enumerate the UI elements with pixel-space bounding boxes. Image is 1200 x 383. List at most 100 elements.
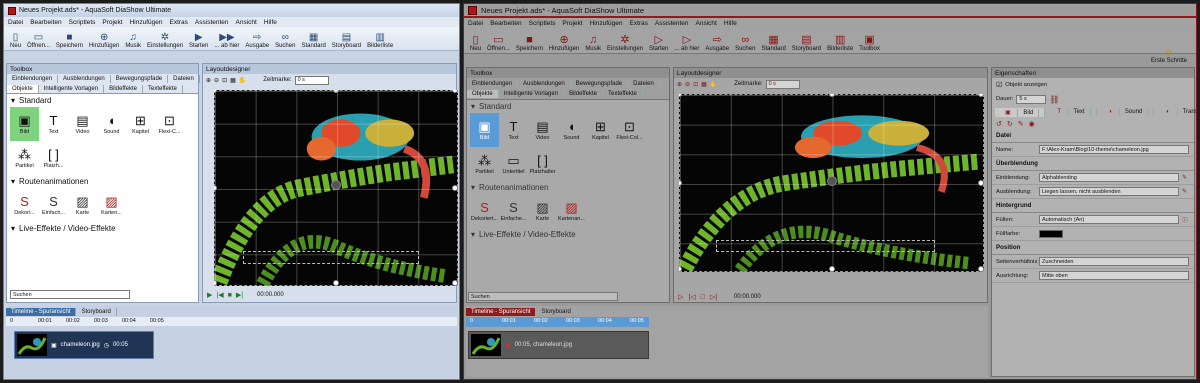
- ribbon-settings-gear-button[interactable]: ✲ Einstellungen: [144, 32, 186, 49]
- toolbox-item-sound[interactable]: ◖ Sound: [557, 113, 586, 147]
- section-routes[interactable]: ▾ Routenanimationen: [7, 175, 198, 188]
- fuellen-select[interactable]: Automatisch (An): [1039, 215, 1179, 224]
- ribbon-standard-layout-button[interactable]: ▦ Standard: [758, 35, 788, 53]
- rotation-handle[interactable]: [826, 175, 837, 186]
- tab-dateien[interactable]: Dateien: [168, 75, 200, 83]
- text-placeholder-box[interactable]: [715, 239, 936, 253]
- rotate-left-icon[interactable]: ↺: [996, 120, 1002, 128]
- preview-stage[interactable]: [679, 94, 984, 272]
- tab-text[interactable]: T Text: [1047, 108, 1097, 116]
- toolbox-item-particle[interactable]: ⁂ Partikel: [10, 141, 39, 175]
- resize-handle[interactable]: [452, 185, 458, 191]
- timeline-ruler[interactable]: 0 00:01 00:02 00:03 00:04 00:05: [6, 317, 457, 326]
- menu-assistenten[interactable]: Assistenten: [655, 20, 689, 27]
- toolbox-item-chapter[interactable]: ⊞ Kapitel: [586, 113, 615, 147]
- toolbox-item-route-simple[interactable]: S Einfache...: [499, 194, 528, 228]
- tab-intelligente-vorlagen[interactable]: Intelligente Vorlagen: [39, 84, 105, 93]
- toolbox-item-placeholder[interactable]: [ ] Platzhalter: [528, 147, 557, 181]
- menu-scriptlets[interactable]: Scriptlets: [69, 19, 96, 26]
- menu-hilfe[interactable]: Hilfe: [264, 19, 277, 26]
- ribbon-storyboard-button[interactable]: ▤ Storyboard: [329, 32, 364, 49]
- section-standard[interactable]: ▾ Standard: [467, 100, 669, 113]
- checkbox-checked-icon[interactable]: ☑: [996, 81, 1002, 89]
- menu-extras[interactable]: Extras: [630, 20, 648, 27]
- ribbon-music-button[interactable]: ♫ Musik: [122, 32, 144, 49]
- menu-hinzufuegen[interactable]: Hinzufügen: [590, 20, 623, 27]
- tab-einblendungen[interactable]: Einblendungen: [7, 75, 59, 83]
- seitenverhaeltnis-select[interactable]: Zuschneiden: [1039, 257, 1189, 266]
- toolbox-item-route-simple[interactable]: S Einfach...: [39, 188, 68, 222]
- zoom-in-icon[interactable]: ⊕: [206, 77, 211, 84]
- timeline-ruler[interactable]: 0 00:01 00:02 00:03 00:04 00:05: [466, 317, 649, 327]
- menu-scriptlets[interactable]: Scriptlets: [529, 20, 556, 27]
- grid-icon[interactable]: ▦: [701, 81, 707, 88]
- toolbox-item-video[interactable]: ▤ Video: [528, 113, 557, 147]
- tab-bildeffekte[interactable]: Bildeffekte: [564, 90, 603, 98]
- tab-bewegungspfade[interactable]: Bewegungspfade: [111, 75, 169, 83]
- zoom-out-icon[interactable]: ⊖: [685, 81, 690, 88]
- ausblendung-select[interactable]: Liegen lassen, nicht ausblenden: [1039, 187, 1179, 196]
- tab-dateien[interactable]: Dateien: [628, 79, 660, 88]
- menu-datei[interactable]: Datei: [8, 19, 23, 26]
- ribbon-image-list-button[interactable]: ▥ Bilderliste: [824, 35, 856, 53]
- preview-stage[interactable]: [214, 90, 458, 286]
- play-icon[interactable]: ▷: [678, 293, 683, 301]
- ribbon-save-button[interactable]: ■ Speichern: [53, 32, 86, 49]
- ribbon-add-button[interactable]: ⊕ Hinzufügen: [546, 35, 582, 53]
- ribbon-standard-layout-button[interactable]: ▦ Standard: [298, 32, 328, 49]
- section-live[interactable]: ▾ Live-Effekte / Video-Effekte: [7, 222, 198, 235]
- text-placeholder-box[interactable]: [243, 250, 419, 265]
- toolbox-item-chapter[interactable]: ⊞ Kapitel: [126, 107, 155, 141]
- tab-timeline[interactable]: Timeline - Spuransicht: [466, 307, 537, 316]
- info-icon[interactable]: ⓘ: [1182, 215, 1188, 224]
- link-icon[interactable]: ⛓: [1049, 95, 1059, 104]
- hand-icon[interactable]: ✋: [239, 77, 246, 84]
- zeitmarke-input[interactable]: 0 s: [294, 75, 329, 85]
- tab-texteffekte[interactable]: Texteffekte: [603, 90, 643, 98]
- tab-bildeffekte[interactable]: Bildeffekte: [104, 84, 143, 93]
- toolbox-item-map-red[interactable]: ▨ Kartenan...: [557, 194, 586, 228]
- section-routes[interactable]: ▾ Routenanimationen: [467, 181, 669, 194]
- timeline-clip[interactable]: ▣ 00:05, chameleon.jpg: [468, 331, 649, 359]
- toolbox-item-route-decorative[interactable]: S Dekoriert...: [470, 194, 499, 228]
- menu-projekt[interactable]: Projekt: [562, 20, 582, 27]
- tab-objekte[interactable]: Objekte: [467, 90, 499, 98]
- zoom-in-icon[interactable]: ⊕: [677, 81, 682, 88]
- toolbox-item-particle[interactable]: ⁂ Partikel: [470, 147, 499, 181]
- ribbon-play-button[interactable]: ▶ Starten: [186, 32, 211, 49]
- ribbon-music-button[interactable]: ♫ Musik: [582, 35, 604, 53]
- search-input[interactable]: Suchen: [10, 290, 130, 299]
- ribbon-new-doc-button[interactable]: ▯ Neu: [7, 32, 24, 49]
- tab-storyboard[interactable]: Storyboard: [76, 307, 117, 316]
- toolbox-item-text[interactable]: T Text: [39, 107, 68, 141]
- next-icon[interactable]: ▷|: [710, 293, 717, 301]
- menu-bearbeiten[interactable]: Bearbeiten: [490, 20, 521, 27]
- menu-hilfe[interactable]: Hilfe: [724, 20, 737, 27]
- resize-handle[interactable]: [978, 180, 984, 186]
- ausrichtung-select[interactable]: Mitte oben: [1039, 271, 1189, 280]
- ribbon-add-button[interactable]: ⊕ Hinzufügen: [86, 32, 122, 49]
- ribbon-play-from-here-button[interactable]: ▶▶... ab hier: [211, 32, 242, 49]
- resize-handle[interactable]: [333, 280, 339, 286]
- prev-icon[interactable]: |◁: [688, 293, 695, 301]
- ribbon-folder-open-button[interactable]: ▭ Öffnen...: [484, 35, 513, 53]
- ribbon-output-button[interactable]: ⇨ Ausgabe: [702, 35, 732, 53]
- ribbon-search-binoculars-button[interactable]: ∞ Suchen: [272, 32, 298, 49]
- tab-ausblendungen[interactable]: Ausblendungen: [518, 79, 571, 88]
- edit-transition-icon[interactable]: ✎: [1182, 189, 1187, 195]
- resize-handle[interactable]: [828, 266, 835, 272]
- toolbox-item-image[interactable]: ▣ Bild: [10, 107, 39, 141]
- resize-handle[interactable]: [978, 266, 984, 272]
- toolbox-item-map[interactable]: ▨ Karte: [68, 188, 97, 222]
- zoom-out-icon[interactable]: ⊖: [214, 77, 219, 84]
- edit-icon[interactable]: ✎: [1018, 120, 1024, 128]
- toolbox-item-map[interactable]: ▨ Karte: [528, 194, 557, 228]
- fit-icon[interactable]: ⊡: [693, 81, 698, 88]
- ribbon-save-button[interactable]: ■ Speichern: [513, 35, 546, 53]
- name-field[interactable]: F:\Alex-Kram\Blog\10-theme\chameleon.jpg: [1039, 145, 1189, 154]
- ribbon-new-doc-button[interactable]: ▯ Neu: [467, 35, 484, 53]
- menu-ansicht[interactable]: Ansicht: [236, 19, 257, 26]
- menu-extras[interactable]: Extras: [170, 19, 188, 26]
- hand-icon[interactable]: ✋: [710, 81, 717, 88]
- section-standard[interactable]: ▾ Standard: [7, 94, 198, 107]
